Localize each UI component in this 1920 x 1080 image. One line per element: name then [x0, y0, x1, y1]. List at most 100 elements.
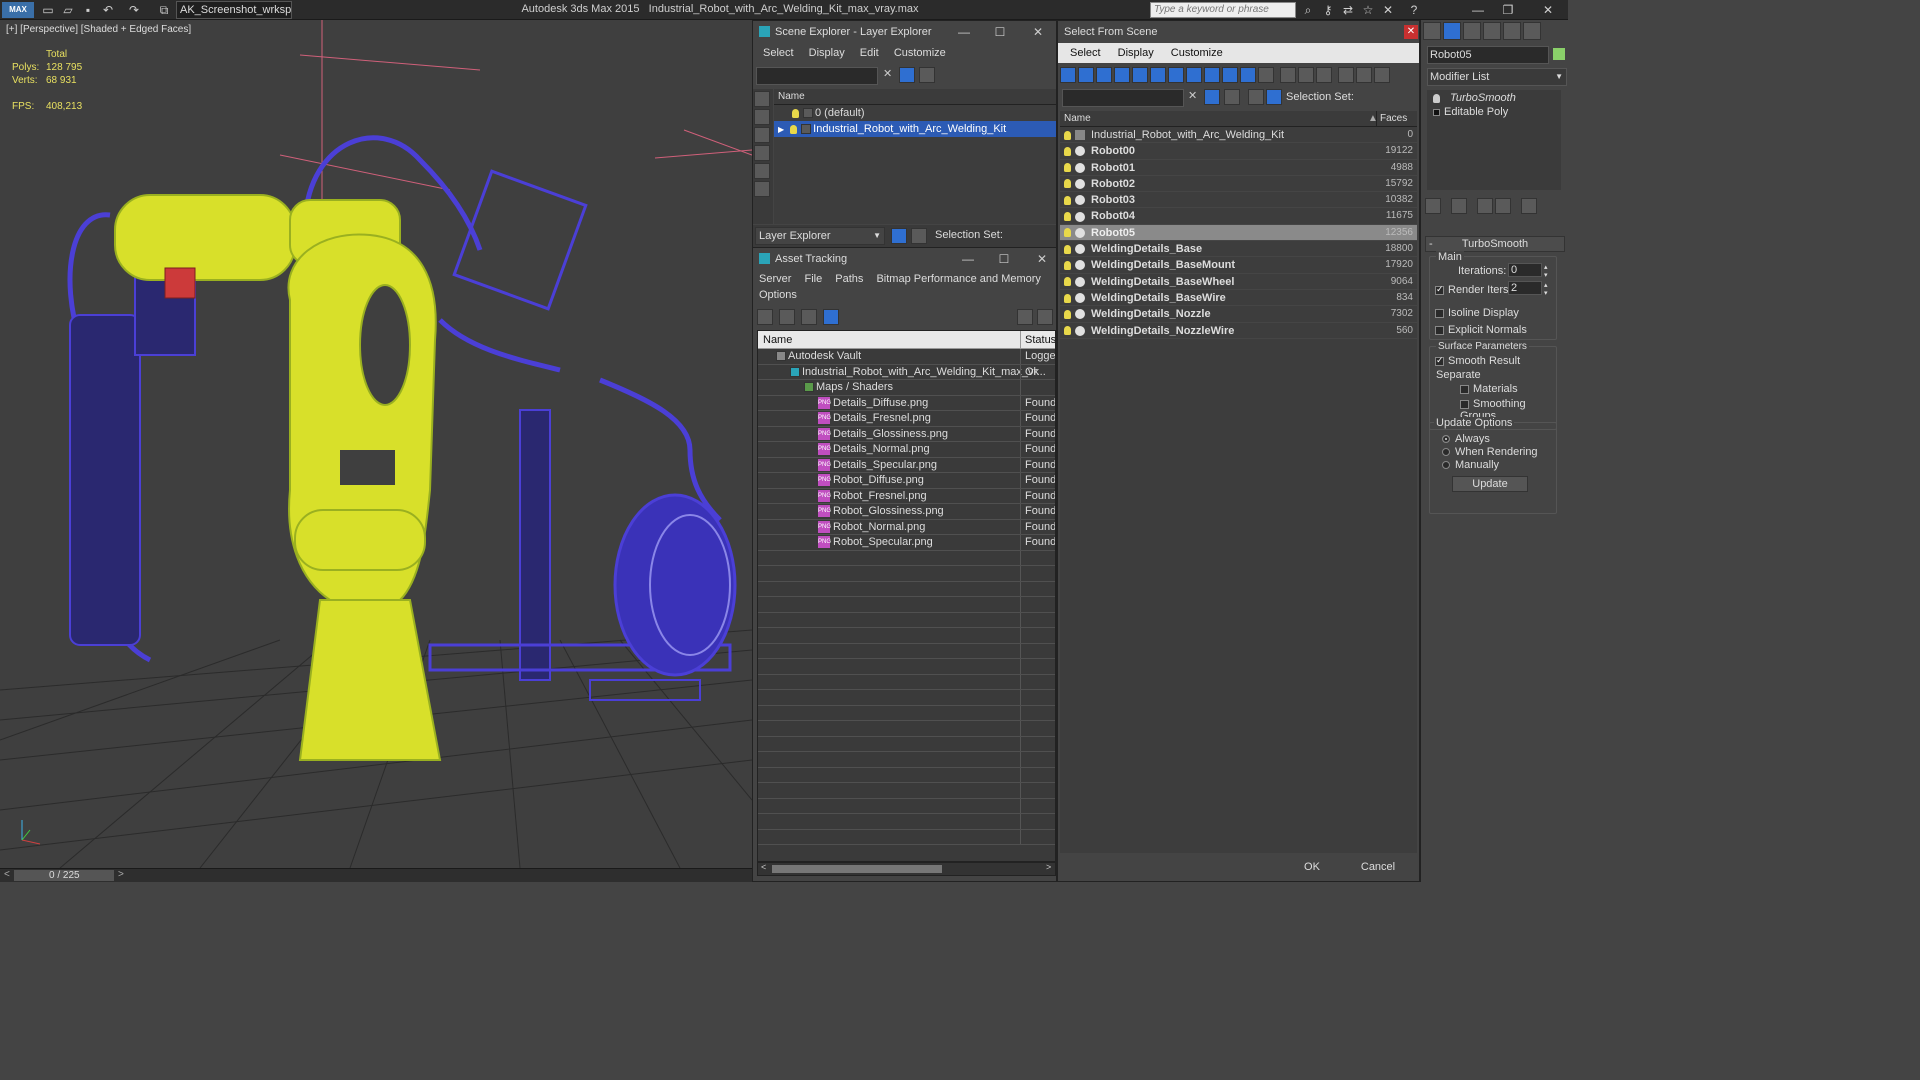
isoline-row[interactable]: Isoline Display — [1435, 307, 1519, 319]
display-children-icon[interactable] — [1248, 89, 1264, 105]
spinner-arrows-icon[interactable]: ▴ ▾ — [1544, 281, 1548, 297]
minimize-icon[interactable]: — — [1470, 2, 1486, 18]
hierarchy-icon[interactable] — [1266, 89, 1282, 105]
cancel-button[interactable]: Cancel — [1350, 857, 1406, 877]
layer-options-icon[interactable] — [919, 67, 935, 83]
always-row[interactable]: Always — [1442, 433, 1490, 445]
scene-object-row[interactable]: WeldingDetails_Nozzle 7302 — [1060, 306, 1417, 323]
smooth-result-row[interactable]: Smooth Result — [1435, 355, 1520, 367]
stack-item-editable-poly[interactable]: Editable Poly — [1427, 106, 1561, 120]
project-icon[interactable]: ⧉ — [156, 2, 172, 18]
layer-list-header[interactable]: Name — [774, 89, 1056, 105]
menu-edit[interactable]: Edit — [860, 47, 879, 59]
select-from-scene-titlebar[interactable]: Select From Scene ✕ — [1058, 21, 1419, 43]
asset-row[interactable]: PNG Robot_Glossiness.png Found — [758, 504, 1055, 520]
columns-icon[interactable] — [1374, 67, 1390, 83]
close-icon[interactable]: ✕ — [1027, 248, 1057, 270]
maximize-icon[interactable]: ☐ — [985, 21, 1015, 43]
display-none-icon[interactable] — [754, 91, 770, 107]
menu-customize[interactable]: Customize — [894, 47, 946, 59]
next-frame-icon[interactable]: > — [118, 869, 124, 880]
clear-search-icon[interactable]: ✕ — [883, 67, 892, 80]
filter-cameras-icon[interactable] — [1114, 67, 1130, 83]
close-icon[interactable]: ✕ — [1023, 21, 1053, 43]
turbosmooth-rollout-header[interactable]: - TurboSmooth — [1425, 236, 1565, 252]
asset-tracking-titlebar[interactable]: Asset Tracking — ☐ ✕ — [753, 248, 1056, 270]
smoothing-groups-checkbox[interactable] — [1460, 399, 1469, 409]
when-rendering-radio[interactable] — [1442, 448, 1450, 457]
asset-table-hscroll[interactable]: < > — [757, 862, 1056, 876]
col-name-header[interactable]: Name — [763, 331, 792, 349]
bulb-icon[interactable] — [1064, 228, 1071, 238]
object-color-swatch[interactable] — [1553, 48, 1565, 60]
cameras-icon[interactable] — [754, 163, 770, 179]
asset-row[interactable]: PNG Robot_Diffuse.png Found — [758, 473, 1055, 489]
shapes-icon[interactable] — [754, 127, 770, 143]
asset-row[interactable]: PNG Robot_Specular.png Found — [758, 535, 1055, 551]
funnel-icon[interactable] — [1338, 67, 1354, 83]
asset-row[interactable]: PNG Robot_Normal.png Found — [758, 519, 1055, 535]
filter-xrefs-icon[interactable] — [1186, 67, 1202, 83]
filter-hidden-icon[interactable] — [1258, 67, 1274, 83]
asset-row[interactable] — [758, 612, 1055, 628]
filter-groups-icon[interactable] — [1168, 67, 1184, 83]
asset-row[interactable] — [758, 798, 1055, 814]
geometry-icon[interactable] — [754, 109, 770, 125]
scroll-thumb[interactable] — [772, 865, 942, 873]
asset-row[interactable] — [758, 581, 1055, 597]
scene-object-row[interactable]: Robot02 15792 — [1060, 176, 1417, 193]
app-logo[interactable]: MAX — [2, 2, 34, 18]
menu-select[interactable]: Select — [1070, 47, 1101, 59]
bulb-icon[interactable] — [1064, 260, 1071, 270]
helpers-icon[interactable] — [754, 181, 770, 197]
lights-icon[interactable] — [754, 145, 770, 161]
asset-row[interactable] — [758, 752, 1055, 768]
minimize-icon[interactable]: — — [953, 248, 983, 270]
smooth-result-checkbox[interactable] — [1435, 355, 1444, 366]
stack-item-turbosmooth[interactable]: TurboSmooth — [1427, 90, 1561, 106]
settings-icon[interactable] — [1037, 309, 1053, 325]
filter-spacewarps-icon[interactable] — [1150, 67, 1166, 83]
star-icon[interactable]: ☆ — [1360, 2, 1376, 18]
asset-row[interactable] — [758, 814, 1055, 830]
manually-radio[interactable] — [1442, 461, 1450, 470]
render-iters-spinner[interactable]: 2 — [1508, 281, 1542, 295]
bulb-icon[interactable] — [1064, 130, 1071, 140]
scene-object-row[interactable]: Industrial_Robot_with_Arc_Welding_Kit 0 — [1060, 127, 1417, 144]
scroll-right-icon[interactable]: > — [1046, 862, 1051, 872]
x-icon[interactable]: ✕ — [1380, 2, 1396, 18]
restore-icon[interactable]: ❐ — [1500, 2, 1516, 18]
bulb-icon[interactable] — [790, 124, 798, 134]
asset-row[interactable] — [758, 829, 1055, 845]
hierarchy-tab-icon[interactable] — [1463, 22, 1481, 40]
viewport-label[interactable]: [+] [Perspective] [Shaded + Edged Faces] — [6, 24, 191, 35]
filter-containers-icon[interactable] — [1222, 67, 1238, 83]
configure-sets-icon[interactable] — [1521, 198, 1537, 214]
scene-object-row[interactable]: Robot00 19122 — [1060, 143, 1417, 160]
bulb-icon[interactable] — [1064, 195, 1071, 205]
modifier-list-dropdown[interactable]: Modifier List ▼ — [1427, 68, 1567, 86]
menu-options[interactable]: Options — [759, 289, 797, 301]
isoline-checkbox[interactable] — [1435, 308, 1444, 318]
col-faces-header[interactable]: Faces — [1376, 111, 1407, 127]
col-name-header[interactable]: Name — [1064, 113, 1091, 124]
minimize-icon[interactable]: — — [949, 21, 979, 43]
spinner-arrows-icon[interactable]: ▴ ▾ — [1544, 263, 1548, 279]
menu-display[interactable]: Display — [1118, 47, 1154, 59]
layer-row-default[interactable]: 0 (default) — [774, 105, 1056, 121]
asset-row[interactable] — [758, 597, 1055, 613]
asset-row[interactable] — [758, 721, 1055, 737]
bulb-icon[interactable] — [1064, 326, 1071, 336]
close-icon[interactable]: ✕ — [1404, 25, 1418, 39]
select-invert-icon[interactable] — [1316, 67, 1332, 83]
save-icon[interactable]: ▪ — [80, 2, 96, 18]
filter-lights-icon[interactable] — [1096, 67, 1112, 83]
perspective-viewport[interactable]: [+] [Perspective] [Shaded + Edged Faces]… — [0, 20, 752, 868]
layer-mode-icon[interactable] — [891, 228, 907, 244]
iterations-spinner[interactable]: 0 — [1508, 263, 1542, 277]
explorer-type-dropdown[interactable]: Layer Explorer ▼ — [755, 227, 885, 245]
motion-tab-icon[interactable] — [1483, 22, 1501, 40]
scene-explorer-titlebar[interactable]: Scene Explorer - Layer Explorer — ☐ ✕ — [753, 21, 1056, 43]
scene-object-row[interactable]: Robot03 10382 — [1060, 192, 1417, 209]
list-view-icon[interactable] — [779, 309, 795, 325]
